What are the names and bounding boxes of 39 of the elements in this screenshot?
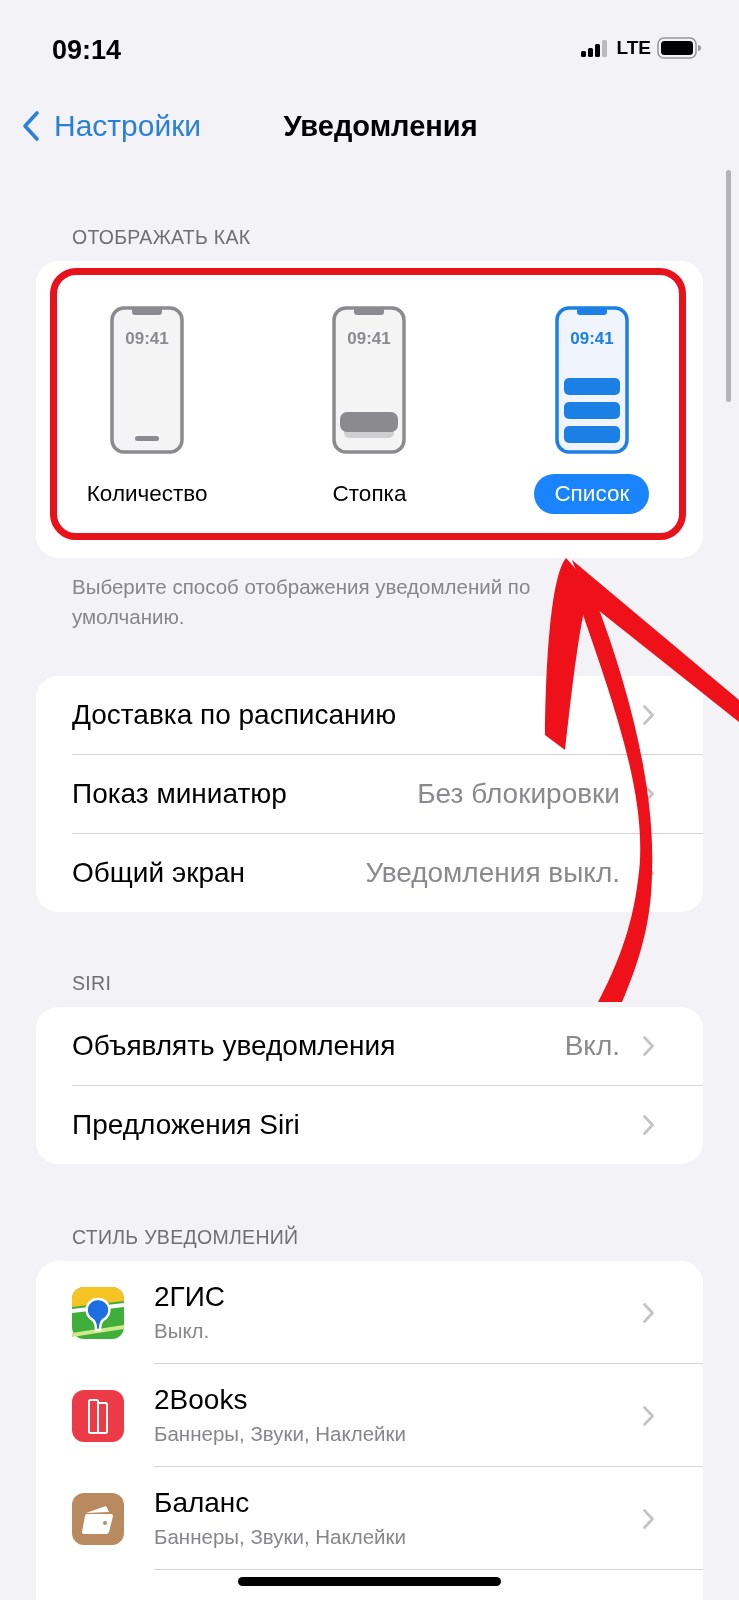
back-button[interactable]: Настройки (22, 109, 202, 143)
app-notification-summary: Баннеры, Звуки, Наклейки (154, 1422, 407, 1446)
display-option-button[interactable]: Стопка (312, 474, 427, 514)
app-notification-summary: Выкл. (154, 1319, 211, 1343)
battery-icon (657, 37, 701, 59)
setting-value: Вкл. (564, 1030, 620, 1062)
app-name[interactable]: 2ГИС (154, 1281, 702, 1313)
chevron-icon (642, 1035, 655, 1057)
chevron-icon (642, 1404, 655, 1427)
books-icon (72, 1389, 124, 1442)
lock-screen-time: 09:41 (570, 329, 614, 348)
setting-value: Без блокировки (417, 778, 620, 810)
section-header: SIRI (71, 972, 113, 996)
setting-label[interactable]: Объявлять уведомления (72, 1030, 565, 1062)
screen-title: Уведомления (283, 109, 478, 143)
chevron-icon (642, 704, 655, 726)
section-header: ОТОБРАЖАТЬ КАК (71, 226, 252, 250)
app-notification-summary: Баннеры, Звуки, Наклейки (154, 1525, 407, 1549)
wallet-icon (72, 1492, 124, 1545)
lock-screen-time: 09:41 (125, 329, 169, 348)
clock-time: 09:14 (52, 33, 123, 66)
lock-screen-time: 09:41 (347, 329, 392, 348)
map-pin-icon (72, 1286, 124, 1339)
setting-label[interactable]: Общий экран (72, 857, 366, 889)
back-chevron-icon[interactable] (22, 110, 40, 142)
setting-value: Уведомления выкл. (365, 857, 620, 889)
display-option-button[interactable]: Список (534, 474, 650, 514)
chevron-icon (642, 1301, 655, 1324)
chevron-icon (642, 1114, 655, 1136)
setting-label[interactable]: Предложения Siri (72, 1109, 642, 1141)
network-label: LTE (616, 37, 651, 59)
section-footer: Выберите способ отображения уведомлений по умолчанию. (0, 558, 552, 632)
section-header: СТИЛЬ УВЕДОМЛЕНИЙ (71, 1226, 300, 1250)
chevron-icon (642, 1507, 655, 1530)
app-name[interactable]: 2Books (154, 1384, 702, 1416)
setting-label[interactable]: Показ миниатюр (72, 778, 418, 810)
display-option-button[interactable]: Количество (66, 474, 228, 514)
app-name[interactable]: Баланс (154, 1487, 702, 1519)
setting-label[interactable]: Доставка по расписанию (72, 699, 642, 731)
